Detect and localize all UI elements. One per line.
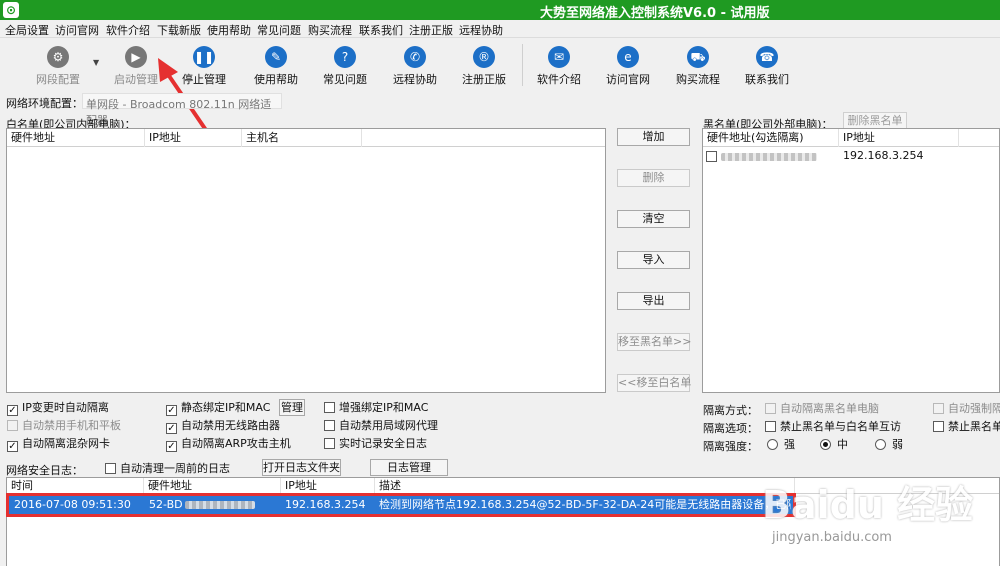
disable-phone-checkbox[interactable]: 自动禁用手机和平板: [7, 419, 121, 433]
move-to-blacklist-button[interactable]: 移至黑名单>>: [617, 333, 691, 351]
whitelist-table[interactable]: 硬件地址 IP地址 主机名: [6, 128, 606, 393]
import-button[interactable]: 导入: [617, 251, 690, 269]
bind-manage-button[interactable]: 管理: [279, 399, 305, 416]
blacklist-row-ip: 192.168.3.254: [843, 149, 924, 162]
baidu-logo: Baidu 经验: [762, 483, 974, 527]
blurred-mac: [721, 153, 817, 161]
isolation-options-label: 隔离选项：: [703, 422, 758, 435]
col-mac[interactable]: 硬件地址: [7, 129, 145, 147]
no-mutual-access-checkbox[interactable]: 禁止黑名单与白名单互访: [765, 420, 901, 434]
log-row-desc: 检测到网络节点192.168.3.254@52-BD-5F-32-DA-24可能…: [379, 498, 791, 511]
col-hostname[interactable]: 主机名: [242, 129, 362, 147]
isolation-mode-label: 隔离方式：: [703, 404, 758, 417]
col-time[interactable]: 时间: [7, 478, 144, 494]
blacklist-table[interactable]: 硬件地址(勾选隔离) IP地址 192.168.3.254: [702, 128, 1000, 393]
watermark-url: jingyan.baidu.com: [772, 530, 892, 545]
strength-weak-radio[interactable]: 弱: [875, 438, 903, 452]
log-row-mac: 52-BD: [149, 496, 279, 514]
network-env-label: 网络环境配置：: [6, 97, 83, 110]
move-to-whitelist-button[interactable]: <<移至白名单: [617, 374, 691, 392]
strength-medium-radio[interactable]: 中: [820, 438, 848, 452]
col-desc[interactable]: 描述: [375, 478, 795, 494]
col-black-mac[interactable]: 硬件地址(勾选隔离): [703, 129, 839, 147]
export-button[interactable]: 导出: [617, 292, 690, 310]
auto-clean-checkbox[interactable]: 自动清理一周前的日志: [105, 462, 230, 476]
log-row-time: 2016-07-08 09:51:30: [14, 498, 131, 511]
strength-strong-radio[interactable]: 强: [767, 438, 795, 452]
isolate-black-checkbox[interactable]: 自动隔离黑名单电脑: [765, 402, 879, 416]
log-manage-button[interactable]: 日志管理: [370, 459, 448, 476]
force-isolate-checkbox[interactable]: 自动强制隔: [933, 402, 1000, 416]
network-env-field[interactable]: 单网段 - Broadcom 802.11n 网络适配器: [82, 93, 282, 127]
whitelist-header: 硬件地址 IP地址 主机名: [7, 129, 605, 147]
delete-button[interactable]: 删除: [617, 169, 690, 187]
enhanced-bind-checkbox[interactable]: 增强绑定IP和MAC: [324, 401, 428, 415]
col-log-ip[interactable]: IP地址: [281, 478, 375, 494]
clear-button[interactable]: 清空: [617, 210, 690, 228]
security-log-label: 网络安全日志：: [6, 464, 83, 477]
blurred-mac: [184, 501, 255, 509]
col-ip[interactable]: IP地址: [145, 129, 242, 147]
blacklist-row-checkbox[interactable]: [706, 150, 817, 164]
log-row-ip: 192.168.3.254: [285, 498, 366, 511]
blacklist-header: 硬件地址(勾选隔离) IP地址: [703, 129, 999, 147]
no-black-checkbox[interactable]: 禁止黑名单: [933, 420, 1000, 434]
blacklist-row[interactable]: 192.168.3.254: [703, 147, 999, 165]
static-bind-checkbox[interactable]: ✓ 静态绑定IP和MAC: [166, 401, 270, 416]
disable-router-checkbox[interactable]: ✓ 自动禁用无线路由器: [166, 419, 280, 434]
disable-proxy-checkbox[interactable]: 自动禁用局域网代理: [324, 419, 438, 433]
delete-blacklist-button[interactable]: 删除黑名单: [843, 112, 907, 129]
add-button[interactable]: 增加: [617, 128, 690, 146]
isolate-arp-checkbox[interactable]: ✓ 自动隔离ARP攻击主机: [166, 437, 291, 452]
isolation-strength-label: 隔离强度：: [703, 440, 758, 453]
realtime-log-checkbox[interactable]: 实时记录安全日志: [324, 437, 427, 451]
log-row-selected[interactable]: 2016-07-08 09:51:30 52-BD 192.168.3.254 …: [6, 493, 796, 517]
isolate-nic-checkbox[interactable]: ✓ 自动隔离混杂网卡: [7, 437, 110, 452]
ip-change-isolate-checkbox[interactable]: ✓ IP变更时自动隔离: [7, 401, 109, 416]
baidu-watermark: Baidu 经验 jingyan.baidu.com: [762, 474, 1000, 566]
open-log-folder-button[interactable]: 打开日志文件夹: [262, 459, 341, 476]
col-black-ip[interactable]: IP地址: [839, 129, 959, 147]
col-log-mac[interactable]: 硬件地址: [144, 478, 281, 494]
